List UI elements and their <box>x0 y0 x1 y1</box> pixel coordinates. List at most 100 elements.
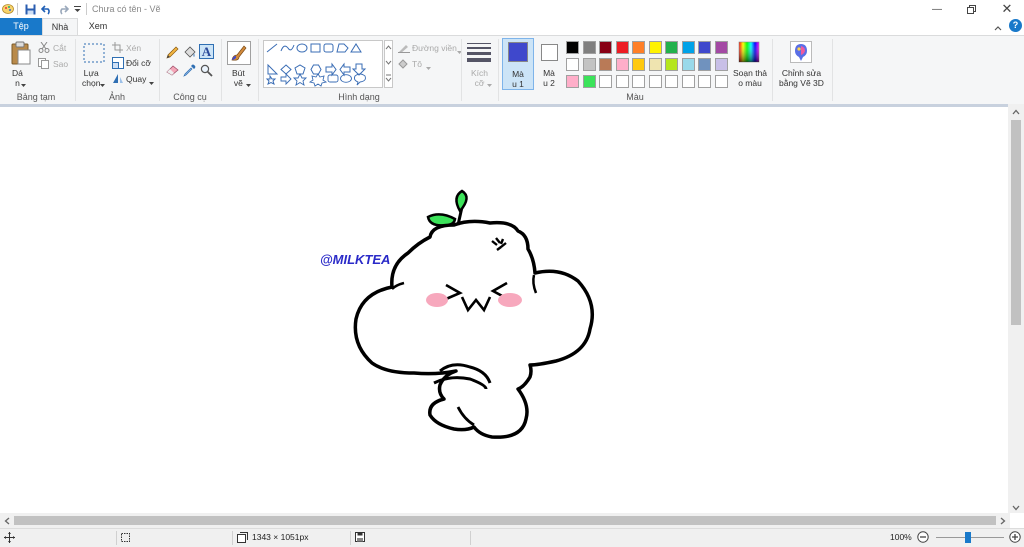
close-icon: ✕ <box>1001 1 1013 16</box>
brushes-button[interactable]: Bút vẽ <box>232 68 245 88</box>
edit-colors-icon[interactable] <box>738 41 760 65</box>
resize-button[interactable]: Đổi cỡ <box>126 58 151 68</box>
palette-swatch[interactable] <box>632 75 645 88</box>
size-icon[interactable] <box>467 42 491 64</box>
brush-icon[interactable] <box>227 41 251 67</box>
selection-size-icon <box>120 532 131 545</box>
customize-toolbar-icon[interactable] <box>73 2 81 16</box>
palette-swatch[interactable] <box>582 75 596 88</box>
palette-swatch[interactable] <box>566 58 579 71</box>
select-button[interactable]: Lựa chọn <box>82 68 100 88</box>
palette-swatch[interactable] <box>648 58 662 71</box>
horizontal-scroll-thumb[interactable] <box>14 516 996 525</box>
tab-home[interactable]: Nhà <box>42 18 78 35</box>
save-icon[interactable] <box>24 2 36 16</box>
fill-bucket-icon[interactable] <box>183 46 196 61</box>
edit-paint3d-button[interactable]: Chỉnh sửa bằng Vẽ 3D <box>779 68 824 88</box>
palette-swatch[interactable] <box>566 75 579 88</box>
palette-swatch[interactable] <box>698 75 711 88</box>
outline-icon <box>398 43 410 55</box>
select-dropdown-icon[interactable] <box>100 79 105 89</box>
paint3d-icon[interactable] <box>790 41 812 65</box>
cut-button[interactable]: Cắt <box>53 43 66 53</box>
palette-swatch[interactable] <box>714 58 728 71</box>
palette-swatch[interactable] <box>632 41 645 54</box>
palette-swatch[interactable] <box>665 75 678 88</box>
palette-swatch[interactable] <box>615 75 629 88</box>
tab-file[interactable]: Tệp <box>0 18 42 35</box>
group-colors-label: Màu <box>626 92 644 102</box>
copy-button[interactable]: Sao <box>53 59 68 69</box>
palette-swatch[interactable] <box>599 41 612 54</box>
paint-app-icon[interactable] <box>2 2 14 16</box>
paste-dropdown-icon[interactable] <box>21 79 26 89</box>
image-size-icon <box>237 532 248 545</box>
palette-swatch[interactable] <box>681 58 695 71</box>
palette-swatch[interactable] <box>681 75 695 88</box>
magnifier-icon[interactable] <box>200 64 213 79</box>
shapes-scroll[interactable] <box>384 40 393 88</box>
size-button[interactable]: Kích cỡ <box>471 68 488 88</box>
drawing-canvas[interactable]: @MILKTEA <box>0 107 1008 513</box>
zoom-out-button[interactable] <box>917 531 929 545</box>
palette-swatch[interactable] <box>615 41 629 54</box>
rotate-dropdown-icon[interactable] <box>149 77 154 87</box>
collapse-ribbon-icon[interactable] <box>994 23 1002 33</box>
crop-button[interactable]: Xén <box>126 43 141 53</box>
palette-swatch[interactable] <box>632 58 645 71</box>
scissors-icon <box>38 41 50 55</box>
brushes-dropdown-icon[interactable] <box>246 79 251 89</box>
scroll-right-icon[interactable] <box>1000 517 1006 527</box>
restore-button[interactable] <box>954 0 988 18</box>
color1-swatch <box>508 42 528 62</box>
color-picker-icon[interactable] <box>183 64 196 79</box>
palette-swatch[interactable] <box>665 58 678 71</box>
palette-swatch[interactable] <box>698 41 711 54</box>
horizontal-scrollbar[interactable] <box>0 513 1010 528</box>
fill-icon <box>398 59 410 71</box>
undo-icon[interactable] <box>41 2 53 16</box>
color1-button[interactable]: Mà u 1 <box>502 38 534 90</box>
outline-button[interactable]: Đường viền <box>412 43 457 53</box>
tab-view[interactable]: Xem <box>80 18 116 35</box>
pencil-icon[interactable] <box>166 46 179 61</box>
color2-button[interactable]: Mà u 2 <box>536 38 564 90</box>
palette-swatch[interactable] <box>665 41 678 54</box>
image-size-text: 1343 × 1051px <box>252 532 309 542</box>
edit-colors-button[interactable]: Soạn thả o màu <box>733 68 767 88</box>
select-icon[interactable] <box>83 43 105 65</box>
palette-swatch[interactable] <box>615 58 629 71</box>
palette-swatch[interactable] <box>566 41 579 54</box>
zoom-slider-thumb[interactable] <box>965 532 971 543</box>
close-button[interactable]: ✕ <box>990 0 1024 18</box>
scroll-left-icon[interactable] <box>4 517 10 527</box>
status-bar: 1343 × 1051px 100% <box>0 528 1024 547</box>
fill-dropdown-icon[interactable] <box>426 62 431 72</box>
eraser-icon[interactable] <box>166 64 179 78</box>
palette-swatch[interactable] <box>599 75 612 88</box>
palette-swatch[interactable] <box>582 41 596 54</box>
help-icon[interactable]: ? <box>1009 19 1022 32</box>
palette-swatch[interactable] <box>582 58 596 71</box>
palette-swatch[interactable] <box>714 75 728 88</box>
minimize-button[interactable]: — <box>920 0 954 18</box>
minimize-icon: — <box>932 3 942 15</box>
redo-icon[interactable] <box>57 2 69 16</box>
palette-swatch[interactable] <box>714 41 728 54</box>
paste-icon[interactable] <box>10 41 32 67</box>
fill-button[interactable]: Tô <box>412 59 422 69</box>
palette-swatch[interactable] <box>681 41 695 54</box>
rotate-button[interactable]: Quay <box>126 74 146 84</box>
vertical-scrollbar[interactable] <box>1008 104 1024 513</box>
vertical-scroll-thumb[interactable] <box>1011 120 1021 325</box>
palette-swatch[interactable] <box>599 58 612 71</box>
palette-swatch[interactable] <box>698 58 711 71</box>
scroll-down-icon[interactable] <box>1012 503 1020 513</box>
scroll-up-icon[interactable] <box>1012 107 1020 117</box>
text-tool-icon[interactable]: A <box>199 44 214 59</box>
shapes-gallery[interactable] <box>263 40 383 88</box>
palette-swatch[interactable] <box>648 41 662 54</box>
palette-swatch[interactable] <box>648 75 662 88</box>
zoom-in-button[interactable] <box>1009 531 1021 545</box>
size-dropdown-icon[interactable] <box>487 79 492 89</box>
